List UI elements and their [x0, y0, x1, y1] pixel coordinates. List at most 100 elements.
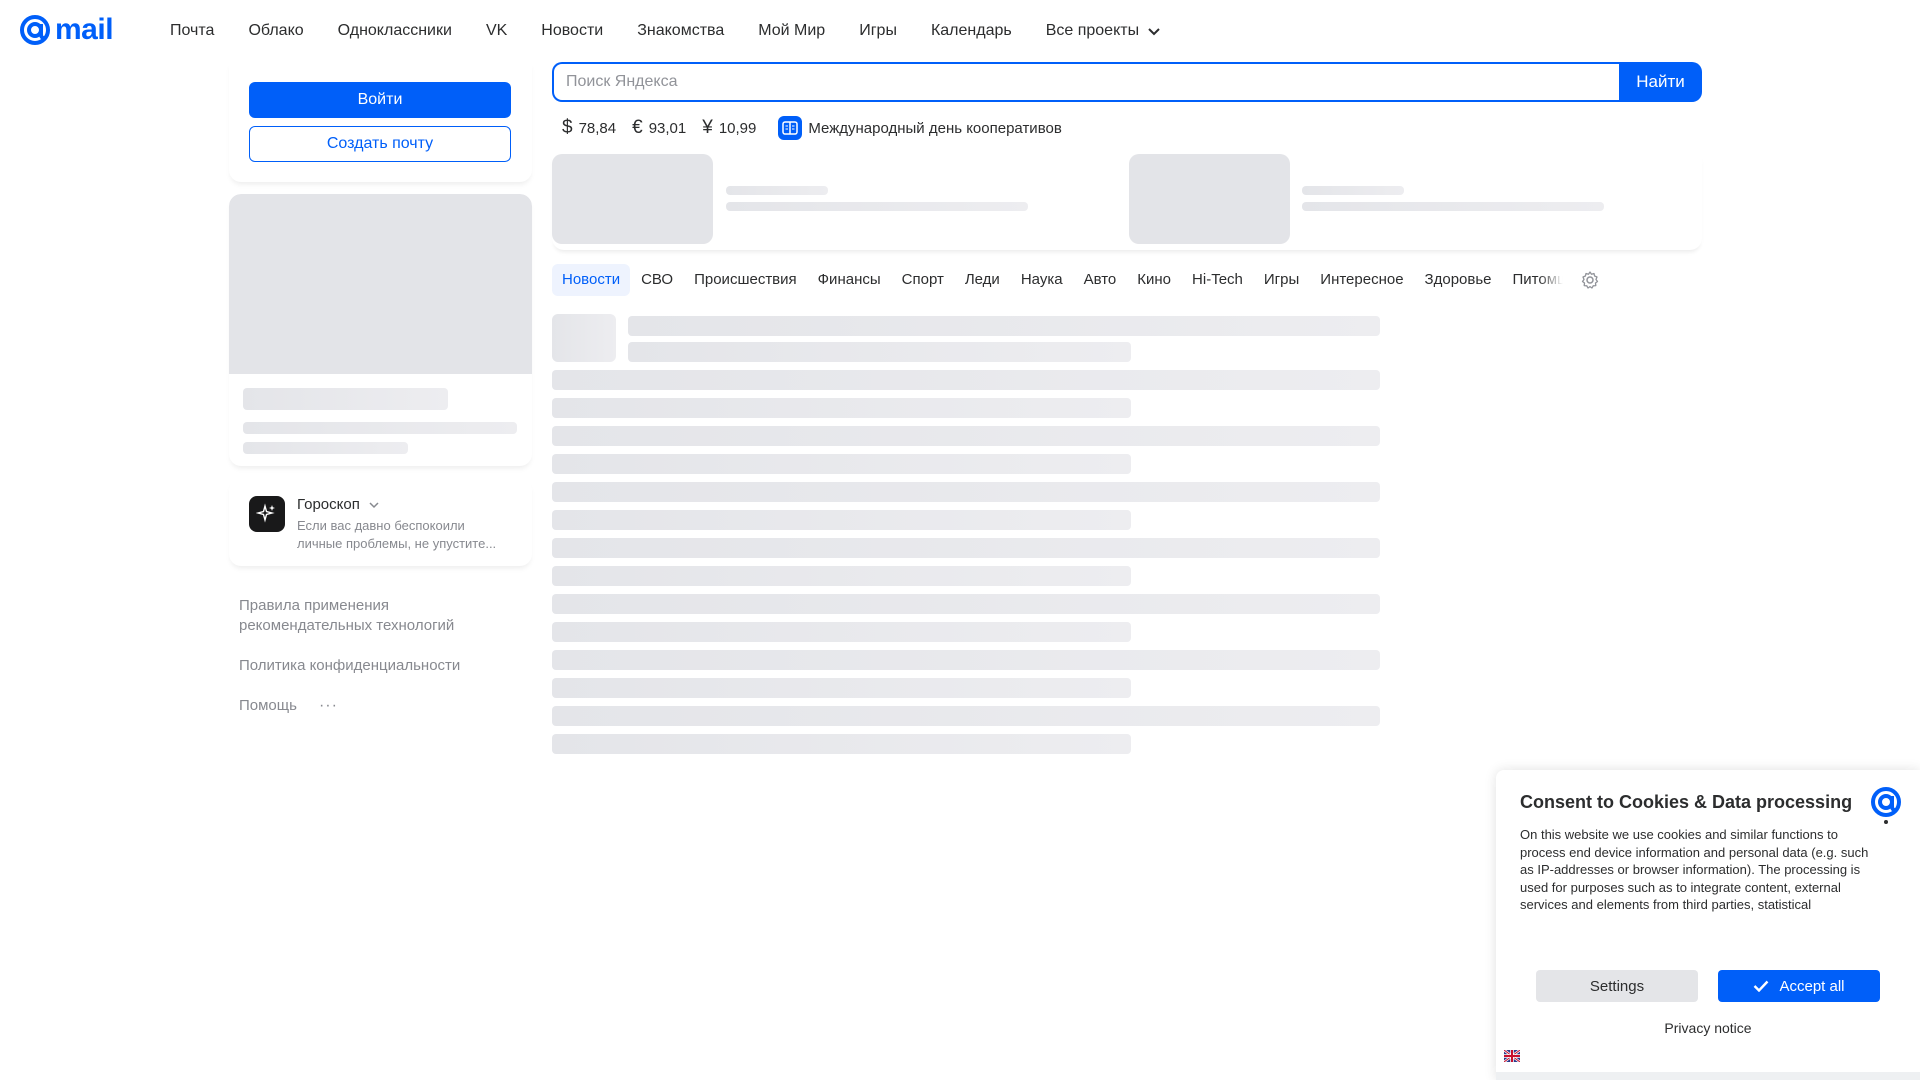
project-nav: Почта Облако Одноклассники VK Новости Зн…: [170, 0, 1195, 62]
tab-pets[interactable]: Питомцы: [1503, 264, 1563, 296]
rate-value: 93,01: [648, 119, 687, 137]
tab-interesting[interactable]: Интересное: [1310, 264, 1413, 296]
sparkle-icon: [249, 496, 285, 532]
horoscope-body: Гороскоп Если вас давно беспокоили личны…: [297, 496, 507, 551]
accept-all-label: Accept all: [1779, 977, 1845, 995]
skeleton-line: [628, 342, 1131, 362]
skeleton-line: [1302, 186, 1404, 195]
calendar-book-icon: [778, 116, 803, 140]
rate-cny[interactable]: ¥10,99: [702, 117, 756, 139]
skeleton-line: [552, 510, 1131, 530]
tab-hitech[interactable]: Hi-Tech: [1182, 264, 1253, 296]
footer-links: Правила применения рекомендательных техн…: [229, 566, 532, 746]
skeleton-line: [243, 422, 517, 434]
skeleton-line: [552, 650, 1380, 670]
rate-eur[interactable]: €93,01: [632, 117, 686, 139]
nav-item-news[interactable]: Новости: [541, 22, 603, 40]
main-column: Найти $78,84 €93,01 ¥10,99 Международный…: [552, 62, 1702, 754]
skeleton-line: [552, 398, 1131, 418]
recommendation-rules-link[interactable]: Правила применения рекомендательных техн…: [239, 596, 499, 636]
tab-incidents[interactable]: Происшествия: [684, 264, 807, 296]
skeleton-line: [726, 202, 1028, 211]
skeleton-line: [243, 442, 408, 454]
language-flag-icon[interactable]: [1504, 1050, 1520, 1062]
promo-image-placeholder: [229, 194, 532, 374]
news-tabs: Новости СВО Происшествия Финансы Спорт Л…: [552, 264, 1702, 296]
privacy-notice-link[interactable]: Privacy notice: [1496, 1020, 1920, 1036]
dollar-icon: $: [562, 117, 573, 138]
news-feed-skeleton: [552, 314, 1702, 754]
tab-health[interactable]: Здоровье: [1415, 264, 1502, 296]
skeleton-line: [628, 316, 1380, 336]
skeleton-line: [552, 370, 1380, 390]
consent-text: On this website we use cookies and simil…: [1520, 827, 1869, 912]
skeleton-line: [552, 706, 1380, 726]
thumb-placeholder: [552, 154, 713, 244]
consent-title: Consent to Cookies & Data processing: [1520, 792, 1853, 812]
skeleton-line: [243, 388, 448, 410]
tab-finance[interactable]: Финансы: [808, 264, 891, 296]
consent-settings-button[interactable]: Settings: [1536, 970, 1698, 1002]
search-button[interactable]: Найти: [1619, 62, 1702, 102]
gear-icon[interactable]: [1580, 270, 1600, 290]
more-icon[interactable]: ···: [319, 697, 338, 715]
tab-games[interactable]: Игры: [1254, 264, 1309, 296]
search-bar: Найти: [552, 62, 1702, 102]
privacy-policy-link[interactable]: Политика конфиденциальности: [239, 656, 499, 676]
tab-lady[interactable]: Леди: [955, 264, 1010, 296]
tab-auto[interactable]: Авто: [1074, 264, 1127, 296]
horoscope-text: Если вас давно беспокоили личные проблем…: [297, 518, 497, 551]
nav-item-calendar[interactable]: Календарь: [931, 22, 1012, 40]
check-icon: [1754, 980, 1769, 992]
accept-all-button[interactable]: Accept all: [1718, 970, 1880, 1002]
mail-logo[interactable]: mail: [18, 12, 114, 48]
chevron-down-icon: [1148, 27, 1160, 35]
chevron-down-icon: [369, 501, 379, 508]
rate-usd[interactable]: $78,84: [562, 117, 616, 139]
nav-item-dating[interactable]: Знакомства: [637, 22, 724, 40]
tab-cinema[interactable]: Кино: [1127, 264, 1181, 296]
skeleton-line: [552, 734, 1131, 754]
featured-skeleton: [552, 154, 1702, 250]
signin-button[interactable]: Войти: [249, 82, 511, 118]
nav-item-vk[interactable]: VK: [486, 22, 507, 40]
horoscope-title-label: Гороскоп: [297, 496, 360, 513]
tab-news[interactable]: Новости: [552, 264, 631, 296]
at-logo-icon: [1871, 787, 1901, 824]
top-bar: mail Почта Облако Одноклассники VK Новос…: [0, 0, 1920, 62]
search-input[interactable]: [552, 62, 1619, 102]
skeleton-line: [552, 482, 1380, 502]
help-link[interactable]: Помощь: [239, 696, 297, 716]
nav-item-cloud[interactable]: Облако: [248, 22, 303, 40]
all-projects-menu[interactable]: Все проекты: [1046, 22, 1161, 40]
euro-icon: €: [632, 117, 643, 138]
horoscope-title[interactable]: Гороскоп: [297, 496, 507, 513]
cookie-consent-dialog: Consent to Cookies & Data processing On …: [1496, 770, 1920, 1080]
skeleton-line: [1302, 202, 1604, 211]
logo-text: mail: [55, 13, 114, 46]
nav-item-mail[interactable]: Почта: [170, 22, 214, 40]
thumb-placeholder: [552, 314, 616, 362]
tab-science[interactable]: Наука: [1011, 264, 1073, 296]
info-bar: $78,84 €93,01 ¥10,99 Международный день …: [552, 114, 1702, 142]
horoscope-card[interactable]: Гороскоп Если вас давно беспокоили личны…: [229, 478, 532, 566]
skeleton-line: [552, 454, 1131, 474]
at-logo-icon: [20, 15, 50, 45]
login-card: Войти Создать почту: [229, 62, 532, 182]
nav-item-ok[interactable]: Одноклассники: [338, 22, 452, 40]
skeleton-line: [552, 538, 1380, 558]
rate-value: 78,84: [578, 119, 617, 137]
holiday-link[interactable]: Международный день кооперативов: [778, 116, 1062, 140]
tab-sport[interactable]: Спорт: [892, 264, 954, 296]
left-column: Войти Создать почту Гороскоп Если вас да…: [229, 62, 532, 746]
rate-value: 10,99: [718, 119, 757, 137]
tab-svo[interactable]: СВО: [631, 264, 683, 296]
nav-item-games[interactable]: Игры: [859, 22, 897, 40]
promo-card-skeleton: [229, 194, 532, 466]
nav-item-my-world[interactable]: Мой Мир: [758, 22, 825, 40]
create-mail-button[interactable]: Создать почту: [249, 126, 511, 162]
consent-bottom-bar: [1496, 1072, 1920, 1080]
skeleton-line: [552, 622, 1131, 642]
thumb-placeholder: [1129, 154, 1290, 244]
help-row: Помощь ···: [239, 696, 522, 716]
